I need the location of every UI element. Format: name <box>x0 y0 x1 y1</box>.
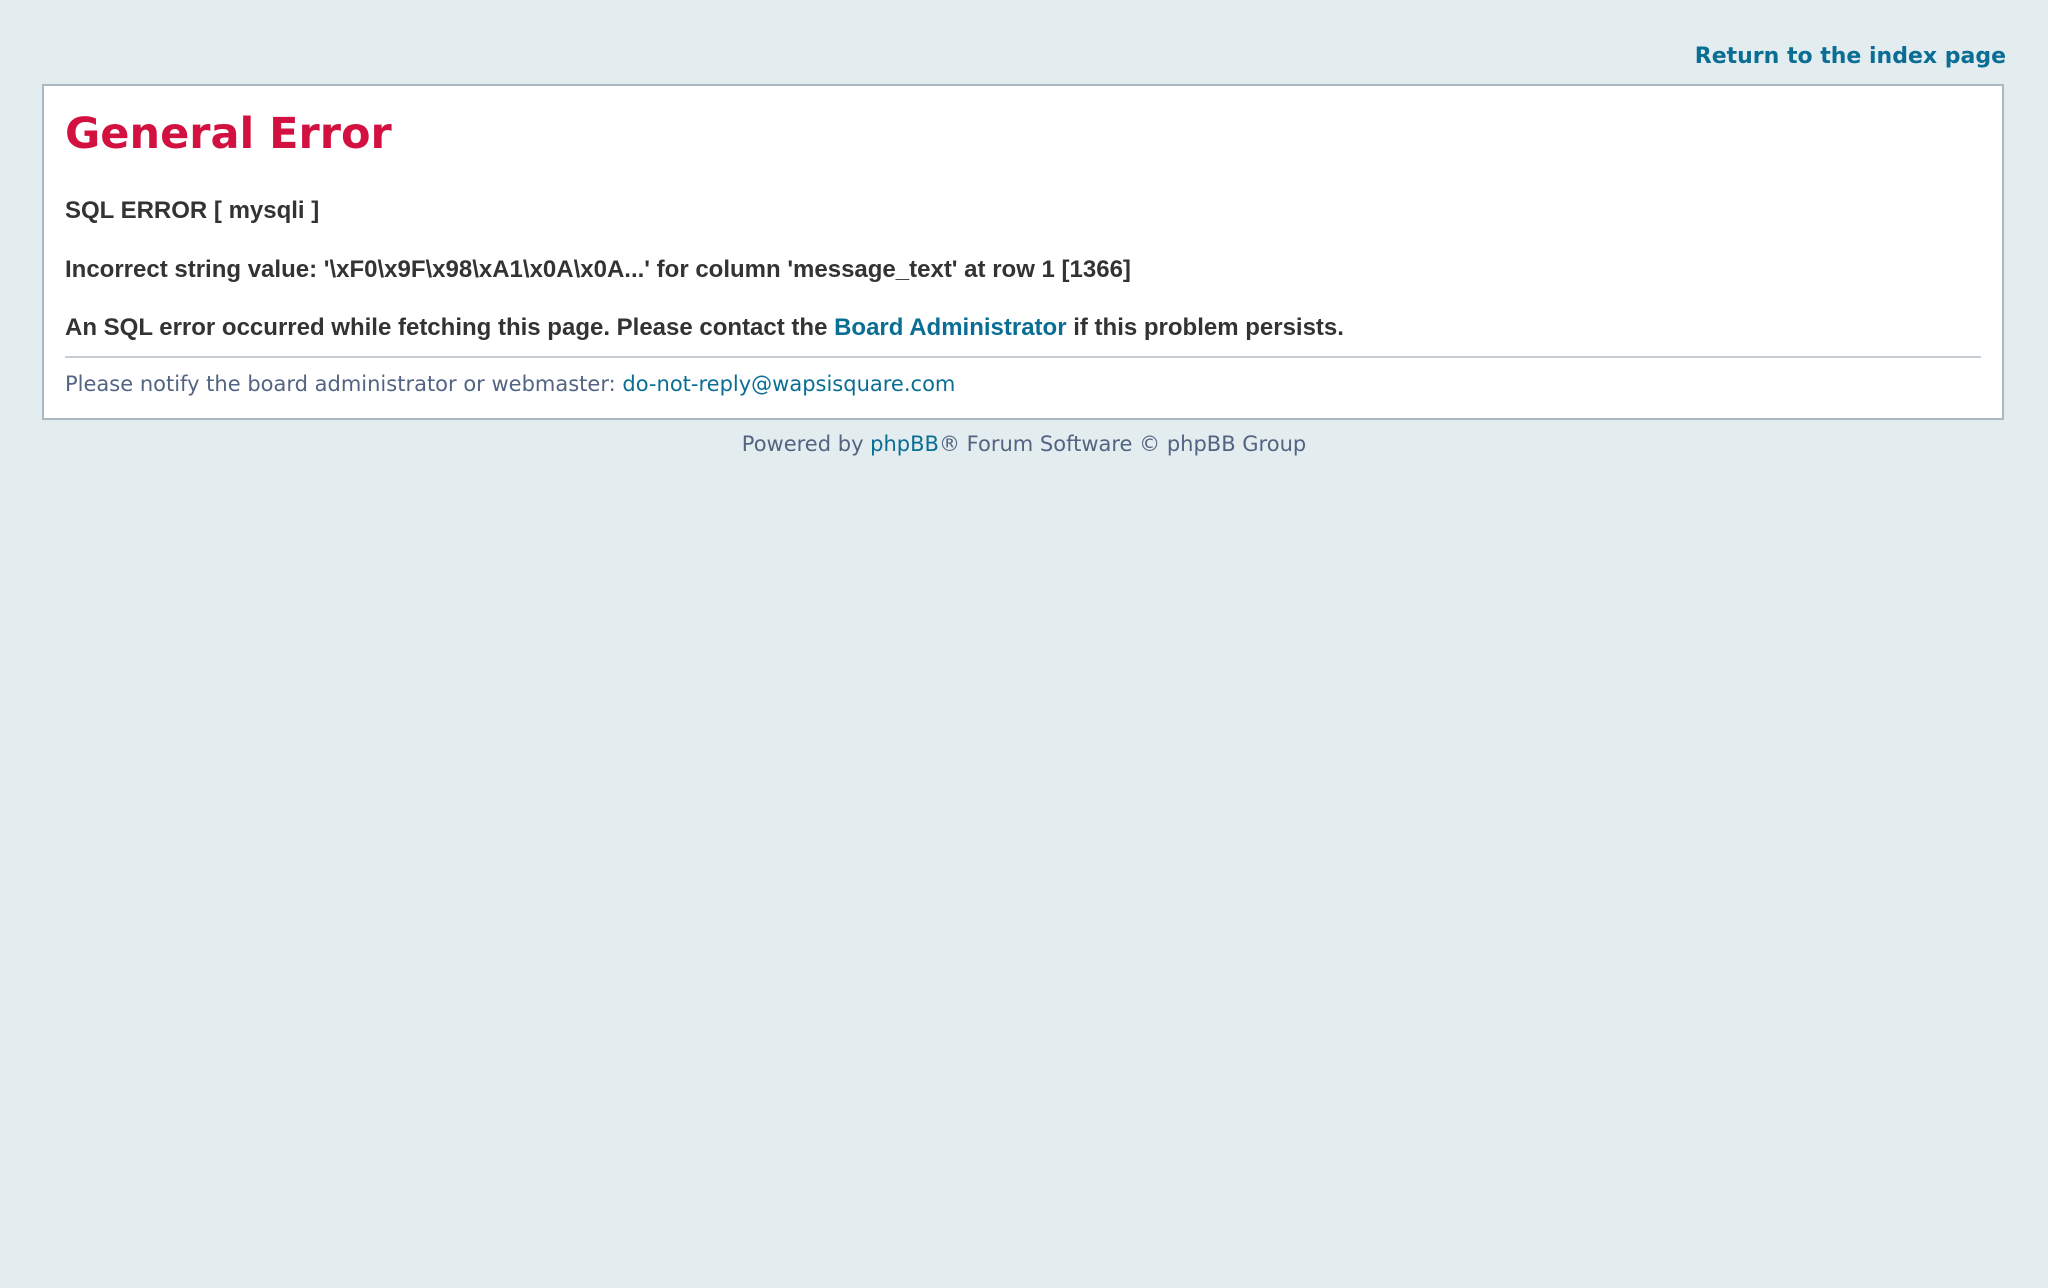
error-panel-content: General Error SQL ERROR [ mysqli ] Incor… <box>65 86 1981 418</box>
footer-prefix: Powered by <box>741 432 871 456</box>
footer-copyright: Powered by phpBB® Forum Software © phpBB… <box>0 430 2048 458</box>
error-message-suffix: if this problem persists. <box>1066 314 1344 341</box>
notify-line: Please notify the board administrator or… <box>65 370 955 398</box>
notify-text: Please notify the board administrator or… <box>65 372 623 396</box>
sql-error-detail: Incorrect string value: '\xF0\x9F\x98\xA… <box>65 256 1131 283</box>
footer-suffix: ® Forum Software © phpBB Group <box>938 432 1307 456</box>
sql-error-heading: SQL ERROR [ mysqli ] <box>65 197 320 224</box>
return-to-index-link[interactable]: Return to the index page <box>1695 44 2006 70</box>
error-message: An SQL error occurred while fetching thi… <box>65 313 1344 343</box>
error-message-prefix: An SQL error occurred while fetching thi… <box>65 314 835 341</box>
board-administrator-link[interactable]: Board Administrator <box>834 314 1066 341</box>
webmaster-email-link[interactable]: do-not-reply@wapsisquare.com <box>622 372 955 396</box>
error-panel: General Error SQL ERROR [ mysqli ] Incor… <box>42 84 2004 420</box>
divider <box>65 356 1981 358</box>
phpbb-link[interactable]: phpBB <box>870 432 939 456</box>
page-title: General Error <box>65 109 392 159</box>
